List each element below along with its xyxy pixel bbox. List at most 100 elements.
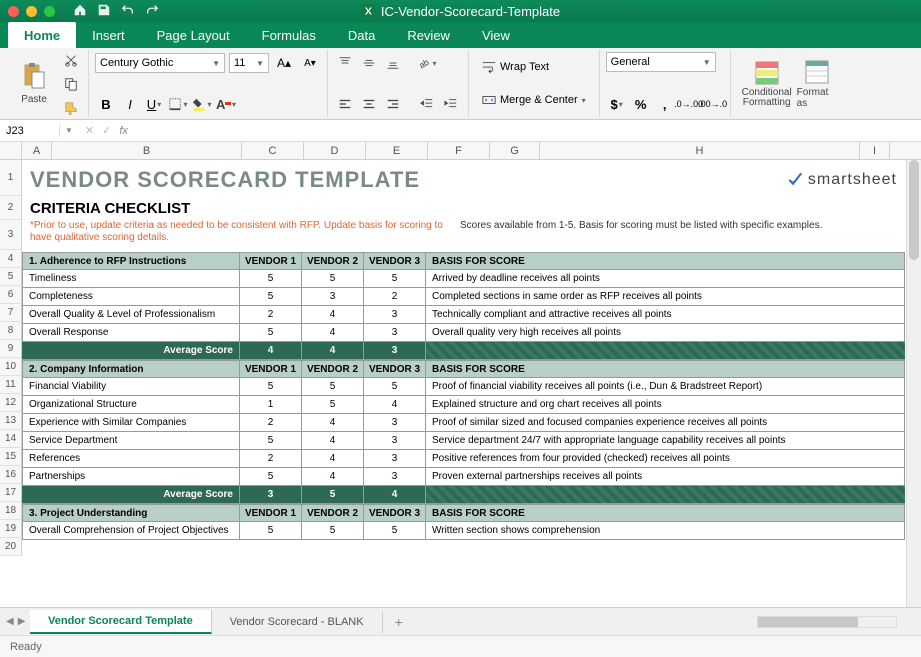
currency-icon[interactable]: $▾ (606, 93, 628, 115)
formula-bar[interactable] (136, 125, 913, 137)
cell[interactable]: 5 (240, 288, 302, 306)
comma-icon[interactable]: , (654, 93, 676, 115)
number-format-select[interactable]: General▼ (606, 52, 716, 72)
basis-cell[interactable]: Overall quality very high receives all p… (426, 324, 905, 342)
enter-formula-icon[interactable]: ✓ (102, 124, 111, 137)
row-5[interactable]: 5 (0, 268, 22, 286)
increase-font-icon[interactable]: A▴ (273, 52, 295, 74)
criteria-cell[interactable]: Completeness (22, 288, 240, 306)
merge-center-button[interactable]: Merge & Center▾ (475, 89, 593, 111)
align-left-icon[interactable] (334, 93, 356, 115)
cell[interactable]: VENDOR 3 (364, 360, 426, 378)
basis-cell[interactable]: Arrived by deadline receives all points (426, 270, 905, 288)
basis-cell[interactable]: Completed sections in same order as RFP … (426, 288, 905, 306)
format-as-button[interactable]: Format as (797, 59, 837, 109)
col-D[interactable]: D (304, 142, 366, 159)
cell[interactable]: VENDOR 1 (240, 360, 302, 378)
tab-home[interactable]: Home (8, 22, 76, 48)
italic-button[interactable]: I (119, 93, 141, 115)
cell[interactable]: 3 (302, 288, 364, 306)
avg-spacer[interactable] (426, 342, 905, 360)
tab-insert[interactable]: Insert (76, 22, 141, 48)
cell[interactable]: 5 (364, 522, 426, 540)
cell[interactable]: 3 (364, 342, 426, 360)
cell[interactable]: BASIS FOR SCORE (426, 504, 905, 522)
basis-cell[interactable]: Service department 24/7 with appropriate… (426, 432, 905, 450)
undo-icon[interactable] (121, 3, 135, 20)
home-icon[interactable] (73, 3, 87, 20)
paste-button[interactable]: Paste (12, 62, 56, 105)
cell[interactable]: 5 (240, 522, 302, 540)
format-painter-icon[interactable] (60, 97, 82, 119)
section-header[interactable]: 3. Project Understanding (22, 504, 240, 522)
window-controls[interactable] (8, 6, 55, 17)
row-20[interactable]: 20 (0, 538, 22, 556)
col-H[interactable]: H (540, 142, 860, 159)
cell[interactable]: VENDOR 3 (364, 504, 426, 522)
cell[interactable]: 4 (302, 324, 364, 342)
criteria-cell[interactable]: References (22, 450, 240, 468)
cell[interactable]: VENDOR 1 (240, 504, 302, 522)
bold-button[interactable]: B (95, 93, 117, 115)
basis-cell[interactable]: Proven external partnerships receives al… (426, 468, 905, 486)
copy-icon[interactable] (60, 73, 82, 95)
align-center-icon[interactable] (358, 93, 380, 115)
decrease-font-icon[interactable]: A▾ (299, 52, 321, 74)
cell[interactable]: 5 (302, 486, 364, 504)
cancel-formula-icon[interactable]: ✕ (85, 124, 94, 137)
cell[interactable]: 3 (364, 432, 426, 450)
tab-formulas[interactable]: Formulas (246, 22, 332, 48)
row-6[interactable]: 6 (0, 286, 22, 304)
criteria-cell[interactable]: Financial Viability (22, 378, 240, 396)
maximize-icon[interactable] (44, 6, 55, 17)
cell[interactable]: 4 (302, 468, 364, 486)
criteria-cell[interactable]: Partnerships (22, 468, 240, 486)
row-2[interactable]: 2 (0, 196, 22, 220)
conditional-formatting-button[interactable]: Conditional Formatting (737, 60, 797, 108)
font-size-select[interactable]: 11▼ (229, 53, 269, 73)
basis-cell[interactable]: Proof of similar sized and focused compa… (426, 414, 905, 432)
avg-label[interactable]: Average Score (22, 342, 240, 360)
cell[interactable]: 3 (364, 324, 426, 342)
increase-decimal-icon[interactable]: .0→.00 (678, 93, 700, 115)
row-9[interactable]: 9 (0, 340, 22, 358)
cell[interactable]: 1 (240, 396, 302, 414)
vertical-scrollbar[interactable] (906, 160, 921, 607)
name-box[interactable]: J23 (0, 125, 60, 137)
col-I[interactable]: I (860, 142, 890, 159)
avg-spacer[interactable] (426, 486, 905, 504)
cell[interactable]: 5 (240, 468, 302, 486)
cell[interactable]: 5 (302, 270, 364, 288)
cell[interactable]: 2 (240, 450, 302, 468)
save-icon[interactable] (97, 3, 111, 20)
wrap-text-button[interactable]: Wrap Text (475, 56, 556, 78)
criteria-cell[interactable]: Organizational Structure (22, 396, 240, 414)
percent-icon[interactable]: % (630, 93, 652, 115)
cell[interactable]: 5 (240, 378, 302, 396)
tab-review[interactable]: Review (391, 22, 466, 48)
cell[interactable]: 2 (240, 414, 302, 432)
criteria-cell[interactable]: Overall Comprehension of Project Objecti… (22, 522, 240, 540)
row-14[interactable]: 14 (0, 430, 22, 448)
row-19[interactable]: 19 (0, 520, 22, 538)
increase-indent-icon[interactable] (440, 93, 462, 115)
col-B[interactable]: B (52, 142, 242, 159)
cell[interactable]: 5 (240, 270, 302, 288)
cell[interactable]: 5 (240, 432, 302, 450)
cut-icon[interactable] (60, 49, 82, 71)
decrease-decimal-icon[interactable]: .00→.0 (702, 93, 724, 115)
cell[interactable]: 4 (302, 450, 364, 468)
cell[interactable]: 4 (240, 342, 302, 360)
decrease-indent-icon[interactable] (416, 93, 438, 115)
criteria-cell[interactable]: Overall Quality & Level of Professionali… (22, 306, 240, 324)
row-7[interactable]: 7 (0, 304, 22, 322)
criteria-cell[interactable]: Experience with Similar Companies (22, 414, 240, 432)
row-10[interactable]: 10 (0, 358, 22, 376)
cell[interactable]: 3 (240, 486, 302, 504)
cell[interactable]: VENDOR 1 (240, 252, 302, 270)
row-13[interactable]: 13 (0, 412, 22, 430)
cell[interactable]: VENDOR 2 (302, 504, 364, 522)
row-16[interactable]: 16 (0, 466, 22, 484)
cell[interactable]: 5 (240, 324, 302, 342)
row-4[interactable]: 4 (0, 250, 22, 268)
